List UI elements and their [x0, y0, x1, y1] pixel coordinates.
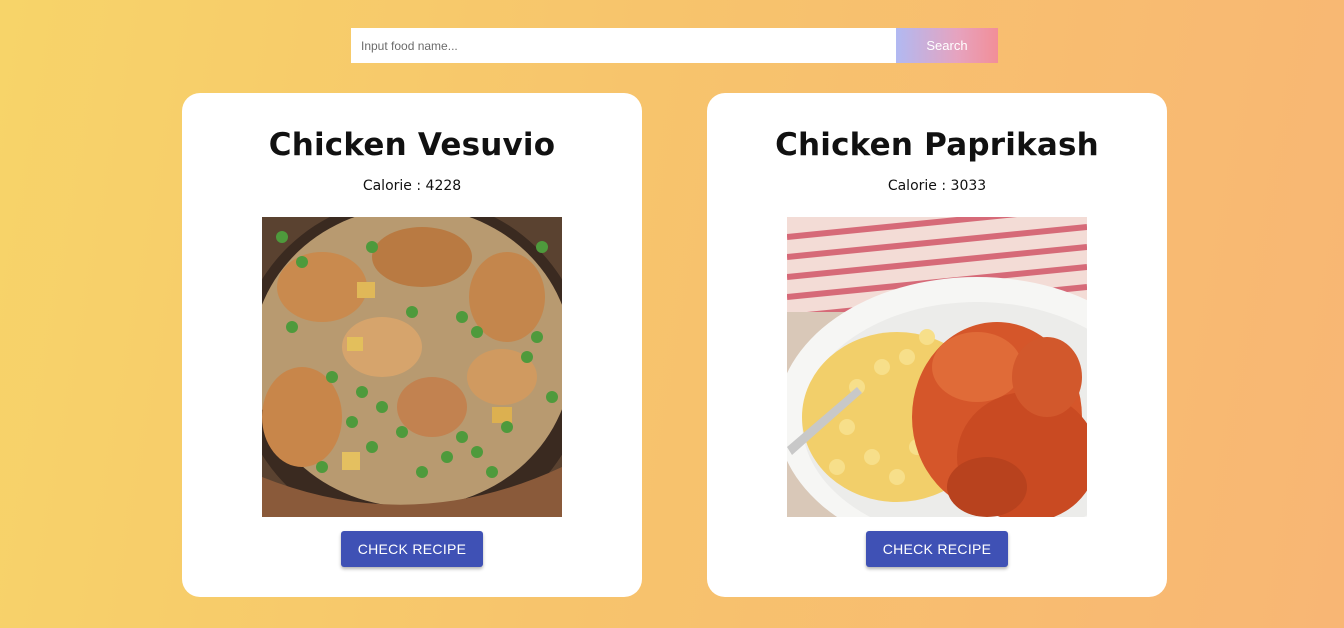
search-button[interactable]: Search — [896, 28, 998, 63]
chicken-paprikash-photo — [787, 217, 1087, 517]
calorie-value: 4228 — [425, 178, 462, 194]
recipe-title: Chicken Vesuvio — [268, 127, 556, 163]
calorie-info: Calorie : 4228 — [182, 178, 642, 194]
calorie-label: Calorie : — [887, 178, 947, 194]
check-recipe-button[interactable]: CHECK RECIPE — [341, 531, 483, 567]
chicken-vesuvio-photo — [262, 217, 562, 517]
search-bar: Search — [351, 28, 998, 63]
check-recipe-button[interactable]: CHECK RECIPE — [866, 531, 1008, 567]
calorie-label: Calorie : — [362, 178, 422, 194]
recipe-card: Chicken Vesuvio Calorie : 4228 CHECK REC… — [182, 93, 642, 597]
recipe-title: Chicken Paprikash — [775, 127, 1099, 163]
recipe-card: Chicken Paprikash Calorie : 3033 CHECK R… — [707, 93, 1167, 597]
search-input[interactable] — [351, 28, 896, 63]
calorie-info: Calorie : 3033 — [707, 178, 1167, 194]
calorie-value: 3033 — [950, 178, 987, 194]
